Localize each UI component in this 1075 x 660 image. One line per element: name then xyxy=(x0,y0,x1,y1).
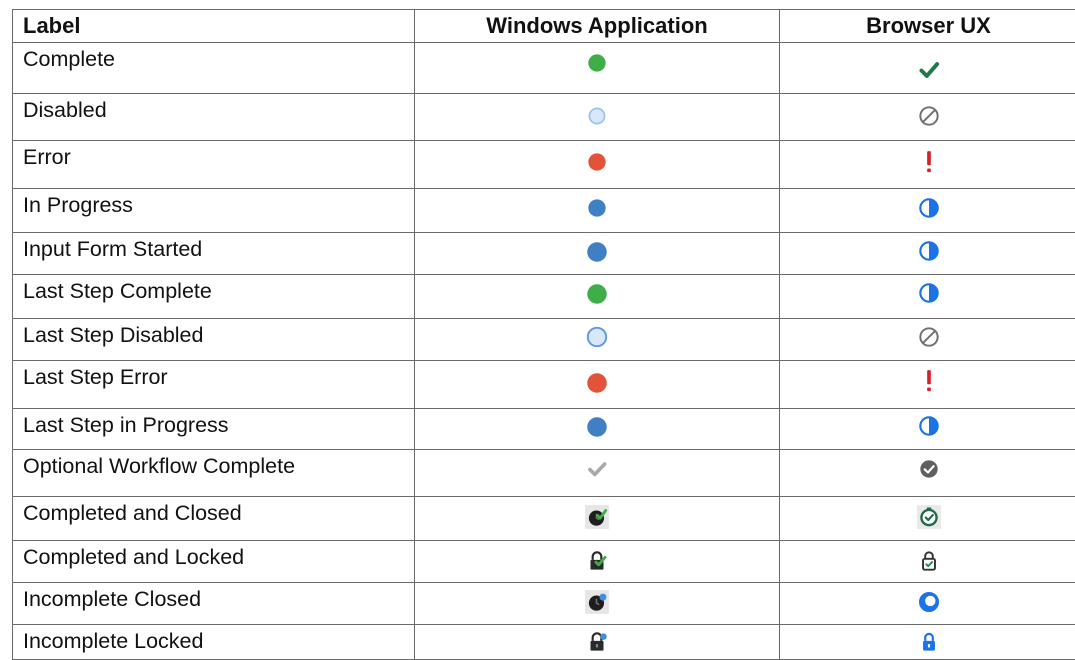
browser-icon-cell xyxy=(780,233,1075,275)
windows-icon-cell xyxy=(415,583,780,625)
row-label: Last Step Complete xyxy=(13,275,415,319)
windows-icon-cell xyxy=(415,275,780,319)
browser-icon-cell xyxy=(780,189,1075,233)
blue-dot-icon xyxy=(584,414,610,440)
table-row: Error xyxy=(13,141,1075,189)
blue-lock-icon xyxy=(916,629,942,655)
table-row: Complete xyxy=(13,43,1075,94)
table-row: In Progress xyxy=(13,189,1075,233)
blue-half-filled-circle-icon xyxy=(916,413,942,439)
gray-checkmark-icon xyxy=(584,456,610,482)
browser-icon-cell xyxy=(780,450,1075,497)
browser-icon-cell xyxy=(780,319,1075,361)
windows-icon-cell xyxy=(415,409,780,450)
windows-icon-cell xyxy=(415,450,780,497)
row-label: Complete xyxy=(13,43,415,94)
browser-icon-cell xyxy=(780,275,1075,319)
red-exclamation-icon xyxy=(916,368,942,394)
row-label: Incomplete Locked xyxy=(13,625,415,660)
table-row: Last Step Disabled xyxy=(13,319,1075,361)
row-label: Completed and Closed xyxy=(13,497,415,541)
row-label: Input Form Started xyxy=(13,233,415,275)
row-label: Last Step Error xyxy=(13,361,415,409)
windows-icon-cell xyxy=(415,233,780,275)
row-label: Error xyxy=(13,141,415,189)
table-row: Completed and Locked xyxy=(13,541,1075,583)
browser-icon-cell xyxy=(780,409,1075,450)
table-row: Last Step in Progress xyxy=(13,409,1075,450)
table-row: Last Step Complete xyxy=(13,275,1075,319)
table-row: Incomplete Closed xyxy=(13,583,1075,625)
dark-clock-check-icon xyxy=(584,504,610,530)
table-row: Input Form Started xyxy=(13,233,1075,275)
browser-icon-cell xyxy=(780,625,1075,660)
table-row: Last Step Error xyxy=(13,361,1075,409)
header-windows-application: Windows Application xyxy=(415,10,780,43)
gray-prohibited-circle-icon xyxy=(916,324,942,350)
blue-dot-icon xyxy=(584,195,610,221)
dark-lock-blue-dot-icon xyxy=(584,629,610,655)
windows-icon-cell xyxy=(415,141,780,189)
browser-icon-cell xyxy=(780,141,1075,189)
dark-clock-blue-dot-icon xyxy=(584,589,610,615)
row-label: In Progress xyxy=(13,189,415,233)
windows-icon-cell xyxy=(415,94,780,141)
status-icon-table: Label Windows Application Browser UX Com… xyxy=(12,9,1075,660)
browser-icon-cell xyxy=(780,497,1075,541)
header-browser-ux: Browser UX xyxy=(780,10,1075,43)
green-clock-check-icon xyxy=(916,504,942,530)
windows-icon-cell xyxy=(415,625,780,660)
row-label: Completed and Locked xyxy=(13,541,415,583)
browser-icon-cell xyxy=(780,361,1075,409)
windows-icon-cell xyxy=(415,43,780,94)
blue-half-filled-circle-icon xyxy=(916,280,942,306)
browser-icon-cell xyxy=(780,94,1075,141)
gray-prohibited-circle-icon xyxy=(916,103,942,129)
blue-half-filled-circle-icon xyxy=(916,238,942,264)
red-dot-icon xyxy=(584,149,610,175)
gray-check-circle-icon xyxy=(916,456,942,482)
table-row: Optional Workflow Complete xyxy=(13,450,1075,497)
blue-ring-circle-icon xyxy=(916,589,942,615)
row-label: Optional Workflow Complete xyxy=(13,450,415,497)
light-blue-hollow-dot-icon xyxy=(584,324,610,350)
windows-icon-cell xyxy=(415,319,780,361)
windows-icon-cell xyxy=(415,497,780,541)
browser-icon-cell xyxy=(780,583,1075,625)
green-checkmark-icon xyxy=(916,57,942,83)
outline-lock-check-icon xyxy=(916,548,942,574)
table-row: Disabled xyxy=(13,94,1075,141)
red-exclamation-icon xyxy=(916,149,942,175)
blue-half-filled-circle-icon xyxy=(916,195,942,221)
light-blue-hollow-dot-icon xyxy=(584,103,610,129)
red-dot-icon xyxy=(584,370,610,396)
dark-lock-check-icon xyxy=(584,548,610,574)
blue-dot-icon xyxy=(584,239,610,265)
row-label: Last Step Disabled xyxy=(13,319,415,361)
table-header-row: Label Windows Application Browser UX xyxy=(13,10,1075,43)
windows-icon-cell xyxy=(415,541,780,583)
table-row: Incomplete Locked xyxy=(13,625,1075,660)
header-label: Label xyxy=(13,10,415,43)
row-label: Disabled xyxy=(13,94,415,141)
windows-icon-cell xyxy=(415,361,780,409)
green-dot-icon xyxy=(584,281,610,307)
row-label: Last Step in Progress xyxy=(13,409,415,450)
browser-icon-cell xyxy=(780,541,1075,583)
green-dot-icon xyxy=(584,50,610,76)
row-label: Incomplete Closed xyxy=(13,583,415,625)
windows-icon-cell xyxy=(415,189,780,233)
table-row: Completed and Closed xyxy=(13,497,1075,541)
browser-icon-cell xyxy=(780,43,1075,94)
